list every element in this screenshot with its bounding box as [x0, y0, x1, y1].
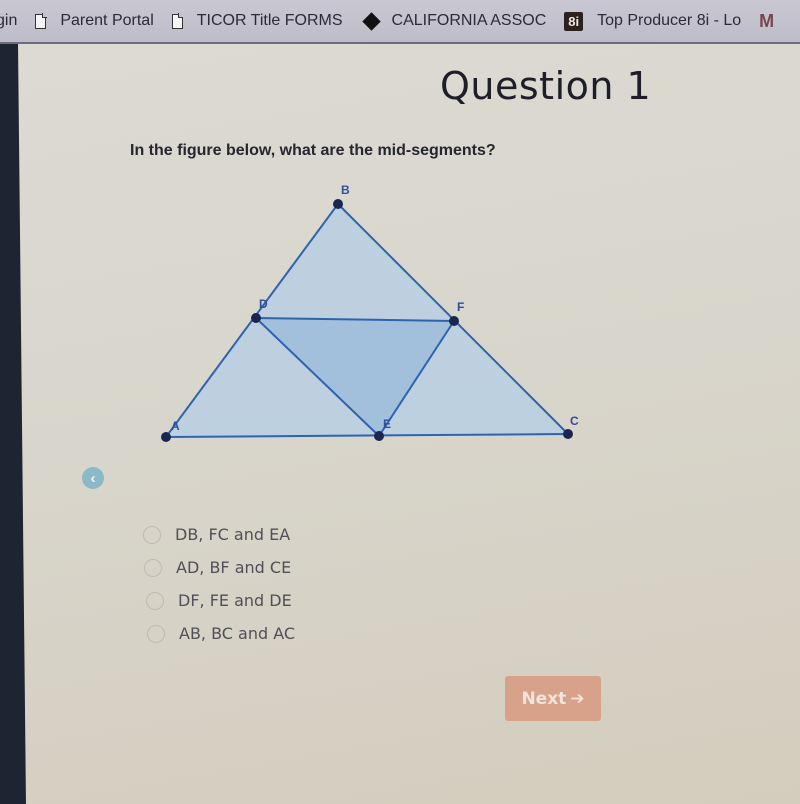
point-b — [333, 199, 343, 209]
answer-option[interactable]: AD, BF and CE — [144, 551, 295, 584]
next-button[interactable]: Next ➔ — [505, 676, 601, 721]
point-f — [449, 316, 459, 326]
label-c: C — [570, 414, 579, 428]
chevron-left-icon: ‹ — [90, 469, 96, 487]
option-label: DF, FE and DE — [178, 591, 292, 610]
triangle-figure: B D F A E C — [161, 183, 579, 442]
option-label: DB, FC and EA — [175, 525, 291, 544]
next-label: Next — [521, 688, 567, 709]
radio-button[interactable] — [146, 591, 164, 610]
label-f: F — [457, 300, 464, 314]
answer-option[interactable]: DB, FC and EA — [143, 518, 295, 551]
point-e — [374, 431, 384, 441]
answer-option[interactable]: AB, BC and AC — [147, 617, 295, 650]
answer-option[interactable]: DF, FE and DE — [146, 584, 295, 617]
point-a — [161, 432, 171, 442]
radio-button[interactable] — [147, 624, 165, 643]
back-button[interactable]: ‹ — [82, 467, 104, 489]
label-a: A — [171, 419, 180, 433]
label-b: B — [341, 183, 350, 197]
point-d — [251, 313, 261, 323]
option-label: AB, BC and AC — [179, 624, 296, 643]
arrow-right-icon: ➔ — [570, 688, 585, 709]
point-c — [563, 429, 573, 439]
label-e: E — [383, 417, 391, 431]
answer-options: DB, FC and EA AD, BF and CE DF, FE and D… — [143, 518, 295, 650]
radio-button[interactable] — [144, 558, 162, 577]
label-d: D — [259, 297, 268, 311]
radio-button[interactable] — [143, 525, 161, 544]
option-label: AD, BF and CE — [176, 558, 292, 577]
